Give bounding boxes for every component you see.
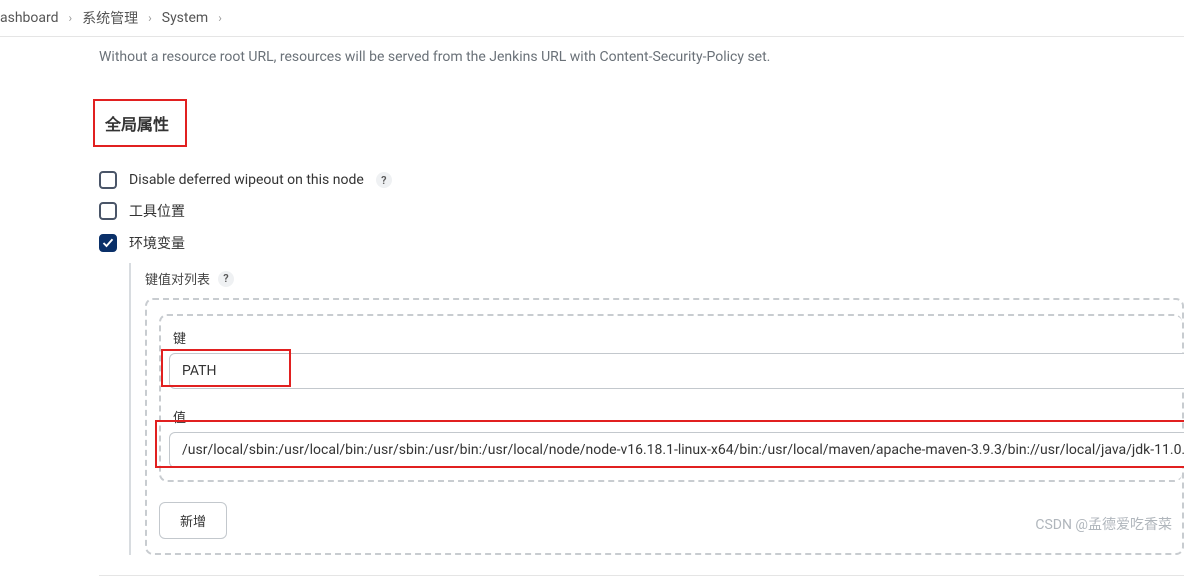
env-vars-section: 键值对列表 ? 键 值 <box>129 263 1184 555</box>
watermark: CSDN @孟德爱吃香菜 <box>1035 514 1172 534</box>
check-icon <box>102 237 114 249</box>
section-title-highlight: 全局属性 <box>93 99 187 147</box>
checkbox-label: 工具位置 <box>129 201 185 221</box>
checkbox-tool-location[interactable] <box>99 202 117 220</box>
kv-item: 键 值 <box>159 314 1182 482</box>
value-input[interactable] <box>169 432 1184 468</box>
chevron-right-icon: › <box>218 11 222 25</box>
breadcrumb-item-system[interactable]: System <box>162 10 208 26</box>
add-button[interactable]: 新增 <box>159 502 227 539</box>
kv-list-container: 键 值 新增 <box>145 298 1184 555</box>
checkbox-row-env-vars: 环境变量 <box>99 227 1184 259</box>
key-field-label: 键 <box>173 328 1182 347</box>
checkbox-env-vars[interactable] <box>99 234 117 252</box>
checkbox-row-disable-wipeout: Disable deferred wipeout on this node ? <box>99 165 1184 195</box>
chevron-right-icon: › <box>69 11 73 25</box>
value-field-label: 值 <box>173 407 1182 426</box>
chevron-right-icon: › <box>148 11 152 25</box>
key-input[interactable] <box>169 353 1184 389</box>
checkbox-disable-wipeout[interactable] <box>99 171 117 189</box>
resource-url-description: Without a resource root URL, resources w… <box>99 37 1184 85</box>
breadcrumb-item-dashboard[interactable]: ashboard <box>0 10 59 26</box>
help-icon[interactable]: ? <box>376 172 392 188</box>
help-icon[interactable]: ? <box>218 271 234 287</box>
kv-list-label: 键值对列表 <box>145 269 210 288</box>
checkbox-row-tool-location: 工具位置 <box>99 195 1184 227</box>
section-title: 全局属性 <box>105 115 169 134</box>
breadcrumb: ashboard › 系统管理 › System › <box>0 0 1184 37</box>
checkbox-label: Disable deferred wipeout on this node <box>129 172 364 188</box>
breadcrumb-item-sysmgmt[interactable]: 系统管理 <box>82 8 138 28</box>
checkbox-label: 环境变量 <box>129 233 185 253</box>
